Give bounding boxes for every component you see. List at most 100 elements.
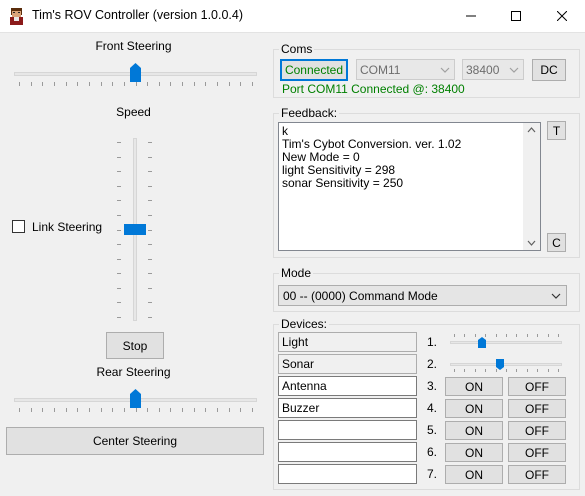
device-on-button[interactable]: ON xyxy=(445,421,503,440)
device-name-field[interactable]: Buzzer xyxy=(278,398,417,418)
slider-tick xyxy=(229,408,230,412)
link-steering-checkbox[interactable] xyxy=(12,220,25,233)
slider-tick xyxy=(475,369,476,372)
chevron-down-icon xyxy=(509,67,519,73)
feedback-scrollbar[interactable] xyxy=(523,123,540,250)
disconnect-button[interactable]: DC xyxy=(532,59,566,81)
slider-thumb[interactable] xyxy=(496,359,504,370)
device-off-button[interactable]: OFF xyxy=(508,399,566,418)
slider-tick xyxy=(148,215,152,216)
device-name-field[interactable]: Antenna xyxy=(278,376,417,396)
slider-ticks-left xyxy=(117,136,122,323)
connection-status: Port COM11 Connected @: 38400 xyxy=(282,82,465,96)
device-name-field[interactable]: Light xyxy=(278,332,417,352)
close-icon xyxy=(557,10,567,21)
slider-tick xyxy=(42,408,43,412)
slider-tick xyxy=(240,408,241,412)
device-off-button[interactable]: OFF xyxy=(508,421,566,440)
scroll-down-icon[interactable] xyxy=(527,240,536,246)
title-bar[interactable]: Tim's ROV Controller (version 1.0.0.4) xyxy=(0,0,585,32)
rear-steering-slider[interactable] xyxy=(14,383,257,413)
slider-tick xyxy=(148,317,152,318)
slider-tick xyxy=(240,82,241,86)
device-name-field[interactable] xyxy=(278,420,417,440)
device-off-button[interactable]: OFF xyxy=(508,443,566,462)
chevron-down-icon xyxy=(551,293,561,299)
center-steering-button[interactable]: Center Steering xyxy=(6,427,264,455)
slider-tick xyxy=(516,334,517,337)
slider-tick xyxy=(31,408,32,412)
feedback-textbox[interactable]: k Tim's Cybot Conversion. ver. 1.02 New Mo… xyxy=(278,122,541,251)
slider-tick xyxy=(194,82,195,86)
minimize-icon xyxy=(466,15,476,16)
slider-tick xyxy=(475,334,476,337)
device-on-button[interactable]: ON xyxy=(445,443,503,462)
slider-thumb[interactable] xyxy=(130,63,141,82)
slider-tick xyxy=(205,82,206,86)
slider-tick xyxy=(485,369,486,372)
device-level-slider[interactable] xyxy=(450,332,562,352)
slider-tick xyxy=(548,369,549,372)
feedback-text: k Tim's Cybot Conversion. ver. 1.02 New Mo… xyxy=(282,125,461,190)
device-off-button[interactable]: OFF xyxy=(508,377,566,396)
device-off-button[interactable]: OFF xyxy=(508,465,566,484)
slider-tick xyxy=(217,408,218,412)
device-on-button[interactable]: ON xyxy=(445,399,503,418)
device-level-slider[interactable] xyxy=(450,354,562,374)
speed-slider[interactable] xyxy=(117,136,153,323)
slider-tick xyxy=(558,369,559,372)
device-name-field[interactable]: Sonar xyxy=(278,354,417,374)
slider-tick xyxy=(454,334,455,337)
feedback-group-label: Feedback: xyxy=(279,106,340,120)
slider-ticks xyxy=(14,408,257,413)
t-button[interactable]: T xyxy=(547,121,566,140)
slider-tick xyxy=(31,82,32,86)
slider-tick xyxy=(496,334,497,337)
stop-button[interactable]: Stop xyxy=(106,332,164,359)
slider-tick xyxy=(117,200,121,201)
devices-group-label: Devices: xyxy=(279,317,330,331)
slider-tick xyxy=(148,230,152,231)
maximize-button[interactable] xyxy=(493,0,539,31)
slider-tick xyxy=(136,82,137,86)
feedback-line: sonar Sensitivity = 250 xyxy=(282,176,404,190)
front-steering-slider[interactable] xyxy=(14,57,257,87)
slider-tick xyxy=(89,82,90,86)
slider-tick xyxy=(252,408,253,412)
slider-tick xyxy=(148,142,152,143)
slider-tick xyxy=(54,82,55,86)
c-button[interactable]: C xyxy=(547,233,566,252)
slider-tick xyxy=(117,317,121,318)
chevron-down-icon xyxy=(440,67,450,73)
close-button[interactable] xyxy=(539,0,585,31)
port-select[interactable]: COM11 xyxy=(356,59,455,80)
port-select-value: COM11 xyxy=(360,62,401,77)
slider-track xyxy=(450,341,562,344)
minimize-button[interactable] xyxy=(448,0,494,31)
slider-tick xyxy=(54,408,55,412)
baud-select[interactable]: 38400 xyxy=(462,59,524,80)
maximize-icon xyxy=(511,10,521,21)
slider-tick xyxy=(464,369,465,372)
slider-tick xyxy=(537,334,538,337)
slider-tick xyxy=(205,408,206,412)
slider-tick xyxy=(117,171,121,172)
slider-tick xyxy=(506,369,507,372)
slider-tick xyxy=(148,171,152,172)
mode-select[interactable]: 00 -- (0000) Command Mode xyxy=(278,285,567,306)
slider-tick xyxy=(117,230,121,231)
slider-tick xyxy=(117,215,121,216)
mode-select-value: 00 -- (0000) Command Mode xyxy=(283,288,438,303)
slider-tick xyxy=(19,408,20,412)
device-name-field[interactable] xyxy=(278,464,417,484)
device-name-field[interactable] xyxy=(278,442,417,462)
slider-thumb[interactable] xyxy=(130,389,141,408)
device-on-button[interactable]: ON xyxy=(445,377,503,396)
slider-thumb[interactable] xyxy=(478,337,486,348)
slider-tick xyxy=(464,334,465,337)
connect-button[interactable]: Connected xyxy=(280,59,348,81)
slider-thumb[interactable] xyxy=(124,224,146,235)
device-on-button[interactable]: ON xyxy=(445,465,503,484)
scroll-up-icon[interactable] xyxy=(527,127,536,133)
slider-tick xyxy=(182,408,183,412)
